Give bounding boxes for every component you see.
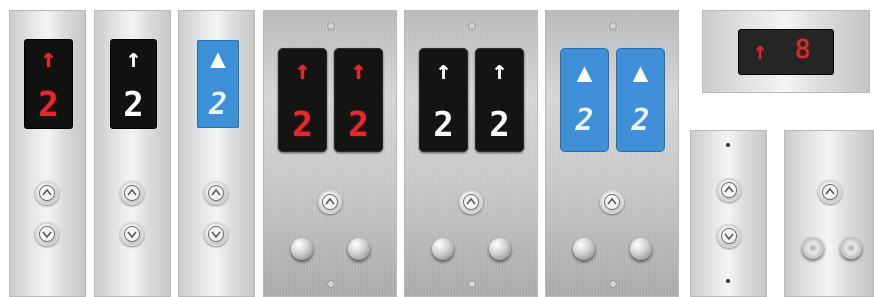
- keyswitch-left[interactable]: [573, 238, 595, 260]
- up-arrow-icon: [466, 197, 476, 205]
- keyswitch-right[interactable]: [840, 237, 862, 259]
- screw: [609, 22, 617, 30]
- up-call-button[interactable]: [459, 190, 483, 214]
- down-arrow-icon: [127, 231, 137, 239]
- floor-display: ↑ 2: [111, 40, 156, 128]
- screw: [327, 280, 335, 288]
- up-arrow-icon: [825, 187, 835, 195]
- floor-number: 2: [123, 85, 144, 125]
- down-call-button[interactable]: [204, 222, 228, 246]
- keyswitch-right[interactable]: [489, 238, 511, 260]
- floor-number: 2: [575, 103, 594, 138]
- floor-number: 2: [38, 85, 59, 125]
- up-arrow-icon: ▲: [576, 58, 593, 88]
- floor-display-right: ↑ 2: [475, 48, 524, 152]
- elevator-panel-4: ↑ 2 ↑ 2: [263, 10, 397, 297]
- floor-display-left: ▲ 2: [560, 48, 609, 152]
- indicator-display: ↑ 8: [739, 30, 833, 74]
- up-arrow-icon: ↑: [294, 56, 311, 86]
- down-arrow-icon: [42, 231, 52, 239]
- down-arrow-icon: [211, 231, 221, 239]
- elevator-panel-3: ▲ 2: [178, 10, 255, 297]
- floor-number: 2: [348, 105, 369, 145]
- screw: [468, 22, 476, 30]
- up-arrow-icon: ↑: [350, 56, 367, 86]
- floor-display: ↑ 2: [25, 40, 72, 128]
- keyswitch-left[interactable]: [802, 237, 824, 259]
- screw-dot: [726, 279, 730, 283]
- call-panel-keyswitch: [784, 130, 874, 297]
- elevator-panel-1: ↑ 2: [9, 10, 86, 297]
- up-call-button[interactable]: [204, 181, 228, 205]
- up-call-button[interactable]: [120, 181, 144, 205]
- elevator-panel-2: ↑ 2: [94, 10, 171, 297]
- up-arrow-icon: ▲: [632, 58, 649, 88]
- down-call-button[interactable]: [717, 224, 741, 248]
- down-call-button[interactable]: [120, 222, 144, 246]
- up-arrow-icon: ↑: [753, 37, 768, 65]
- up-arrow-icon: [42, 188, 52, 196]
- up-call-button[interactable]: [818, 180, 842, 204]
- keyswitch-left[interactable]: [291, 238, 313, 260]
- floor-display: ▲ 2: [197, 40, 239, 128]
- up-arrow-icon: ↑: [435, 56, 452, 86]
- screw: [468, 280, 476, 288]
- up-call-button[interactable]: [600, 190, 624, 214]
- screw-dot: [726, 143, 730, 147]
- floor-display-right: ▲ 2: [616, 48, 665, 152]
- up-arrow-icon: [325, 197, 335, 205]
- hall-indicator-panel: ↑ 8: [702, 10, 870, 93]
- up-call-button[interactable]: [318, 190, 342, 214]
- keyswitch-right[interactable]: [630, 238, 652, 260]
- up-arrow-icon: [211, 188, 221, 196]
- down-call-button[interactable]: [35, 222, 59, 246]
- floor-display-left: ↑ 2: [278, 48, 327, 152]
- elevator-panel-6: ▲ 2 ▲ 2: [545, 10, 679, 297]
- up-arrow-icon: [607, 197, 617, 205]
- up-arrow-icon: ↑: [125, 44, 142, 74]
- up-call-button[interactable]: [35, 181, 59, 205]
- floor-display-left: ↑ 2: [419, 48, 468, 152]
- floor-number: 2: [433, 105, 454, 145]
- up-arrow-icon: ↑: [491, 56, 508, 86]
- call-panel-up-down: [690, 130, 767, 297]
- floor-display-right: ↑ 2: [334, 48, 383, 152]
- keyswitch-left[interactable]: [432, 238, 454, 260]
- up-arrow-icon: ▲: [210, 44, 226, 74]
- floor-number: 2: [489, 105, 510, 145]
- up-arrow-icon: ↑: [40, 44, 57, 74]
- floor-number: 2: [292, 105, 313, 145]
- up-call-button[interactable]: [717, 178, 741, 202]
- floor-number: 8: [795, 35, 811, 65]
- keyswitch-right[interactable]: [348, 238, 370, 260]
- screw: [609, 280, 617, 288]
- floor-number: 2: [208, 87, 228, 122]
- floor-number: 2: [631, 103, 650, 138]
- up-arrow-icon: [127, 188, 137, 196]
- down-arrow-icon: [724, 233, 734, 241]
- screw: [327, 22, 335, 30]
- up-arrow-icon: [724, 185, 734, 193]
- elevator-panel-5: ↑ 2 ↑ 2: [404, 10, 538, 297]
